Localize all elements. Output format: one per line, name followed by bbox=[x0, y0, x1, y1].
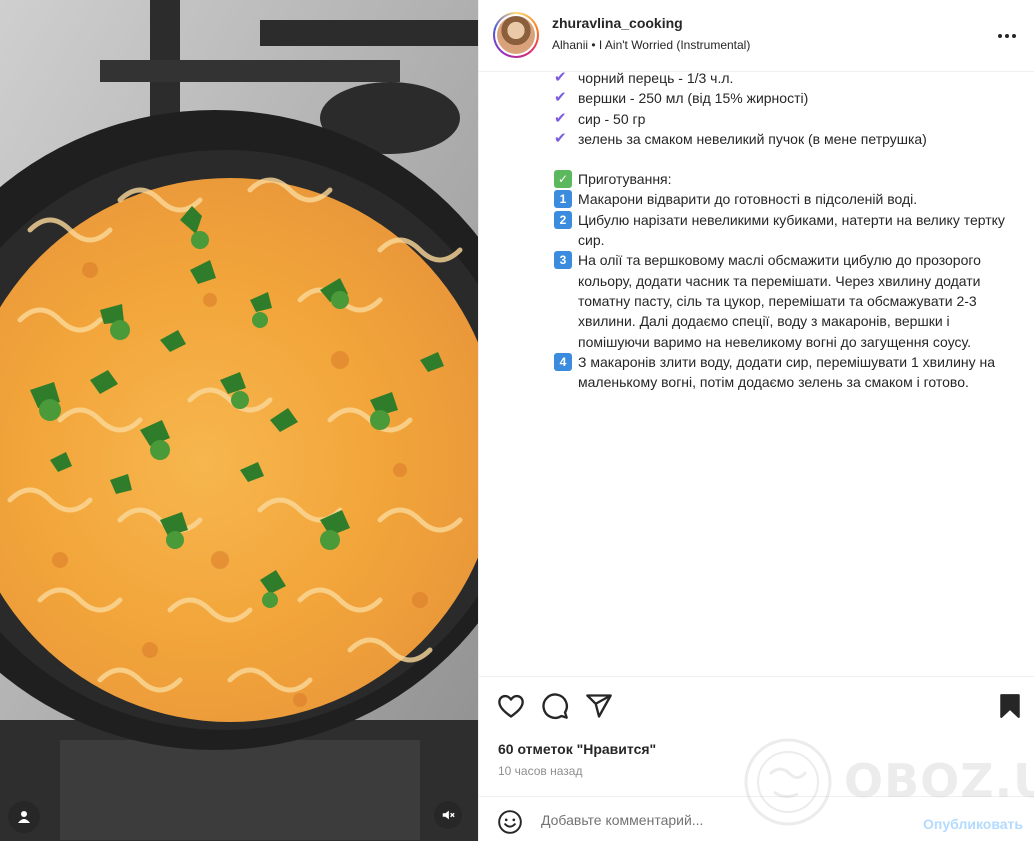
more-options-button[interactable] bbox=[995, 24, 1019, 48]
like-button[interactable] bbox=[497, 692, 525, 720]
more-horizontal-icon bbox=[998, 34, 1016, 38]
keycap-number-icon: 1 bbox=[554, 190, 572, 209]
ingredient-item: ✔ зелень за смаком невеликий пучок (в ме… bbox=[554, 129, 927, 147]
share-button[interactable] bbox=[585, 692, 613, 720]
keycap-number-icon: 4 bbox=[554, 352, 572, 371]
speaker-muted-icon bbox=[442, 810, 455, 820]
post-media[interactable] bbox=[0, 0, 478, 841]
checkmark-icon: ✔ bbox=[554, 89, 567, 107]
audio-link[interactable]: Alhanii • I Ain't Worried (Instrumental) bbox=[552, 38, 750, 52]
step-item: 2 Цибулю нарізати невеликими кубиками, н… bbox=[554, 210, 1014, 251]
checkmark-icon: ✔ bbox=[554, 129, 567, 147]
post-side-panel: zhuravlina_cooking Alhanii • I Ain't Wor… bbox=[478, 0, 1034, 841]
ingredient-item: ✔ вершки - 250 мл (від 15% жирності) bbox=[554, 89, 809, 107]
avatar[interactable] bbox=[493, 12, 539, 58]
post-header: zhuravlina_cooking Alhanii • I Ain't Wor… bbox=[479, 0, 1034, 72]
watermark: OBOZ.UA bbox=[740, 732, 1034, 832]
keycap-number-icon: 2 bbox=[554, 210, 572, 229]
step-item: 3 На олії та вершковому маслі обсмажити … bbox=[554, 250, 1014, 351]
paper-plane-icon bbox=[586, 694, 612, 718]
comment-button[interactable] bbox=[541, 692, 569, 720]
prep-heading: ✓ Приготування: bbox=[554, 169, 1014, 189]
smiley-icon bbox=[498, 810, 522, 834]
save-button[interactable] bbox=[997, 692, 1025, 720]
bookmark-filled-icon bbox=[1000, 694, 1020, 718]
checkmark-icon: ✔ bbox=[554, 109, 567, 127]
tagged-user-button[interactable] bbox=[8, 801, 40, 833]
mute-button[interactable] bbox=[434, 801, 462, 829]
watermark-text: OBOZ.UA bbox=[844, 754, 1034, 808]
step-item: 4 З макаронів злити воду, додати сир, пе… bbox=[554, 352, 1014, 393]
pasta-photo bbox=[0, 0, 478, 841]
post-timestamp[interactable]: 10 часов назад bbox=[498, 764, 582, 778]
caption-scroll-area[interactable]: ✔ чорний перець - 1/3 ч.л. ✔ вершки - 25… bbox=[479, 72, 1034, 676]
username-link[interactable]: zhuravlina_cooking bbox=[552, 15, 683, 31]
comment-icon bbox=[542, 693, 568, 719]
heart-icon bbox=[498, 694, 524, 718]
ingredient-item: ✔ чорний перець - 1/3 ч.л. bbox=[554, 72, 1014, 88]
keycap-number-icon: 3 bbox=[554, 251, 572, 270]
step-item: 1 Макарони відварити до готовності в під… bbox=[554, 189, 1014, 209]
globe-logo-icon bbox=[744, 738, 832, 826]
likes-count[interactable]: 60 отметок "Нравится" bbox=[498, 741, 656, 757]
user-icon bbox=[18, 811, 30, 823]
emoji-picker-button[interactable] bbox=[497, 809, 523, 835]
ingredient-item: ✔ сир - 50 гр bbox=[554, 109, 646, 127]
checkmark-icon: ✔ bbox=[554, 72, 567, 86]
check-box-icon: ✓ bbox=[554, 170, 572, 189]
caption-text: ✔ чорний перець - 1/3 ч.л. ✔ вершки - 25… bbox=[554, 72, 1014, 392]
